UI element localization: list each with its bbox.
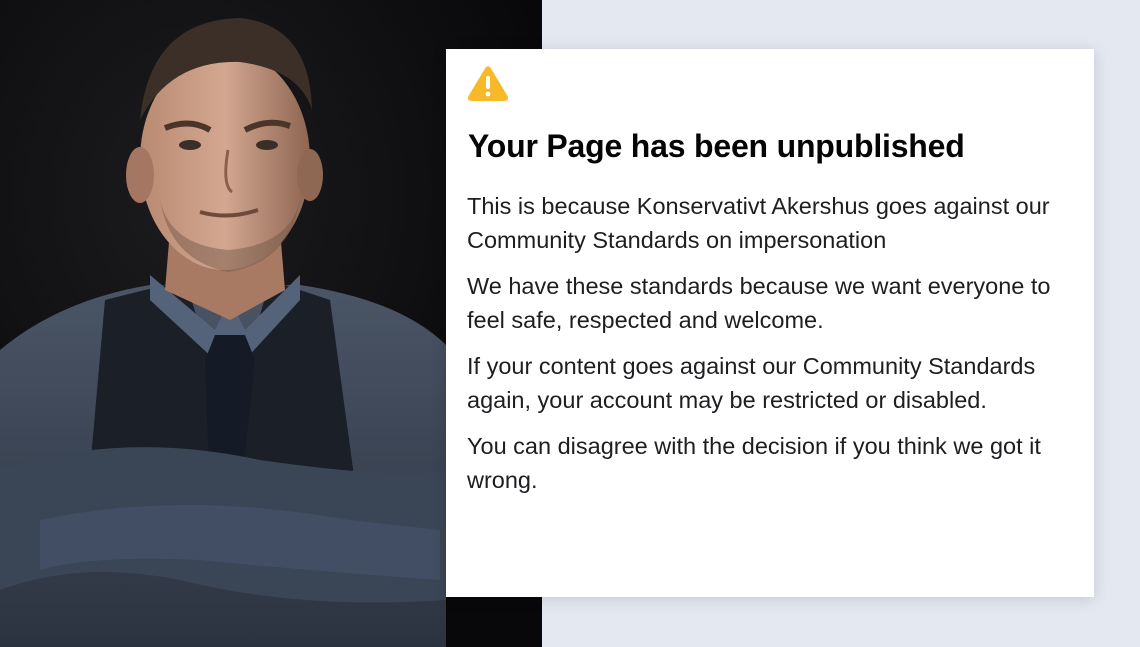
notice-paragraph: We have these standards because we want … [467, 273, 1051, 333]
notice-body: This is because Konservativt Akershus go… [467, 189, 1067, 509]
notice-paragraph: You can disagree with the decision if yo… [467, 433, 1041, 493]
notice-paragraph: This is because Konservativt Akershus go… [467, 193, 1050, 253]
warning-icon [467, 66, 509, 101]
unpublished-notice-card: Your Page has been unpublished This is b… [446, 49, 1094, 597]
notice-title: Your Page has been unpublished [468, 128, 965, 164]
notice-paragraph: If your content goes against our Communi… [467, 353, 1036, 413]
